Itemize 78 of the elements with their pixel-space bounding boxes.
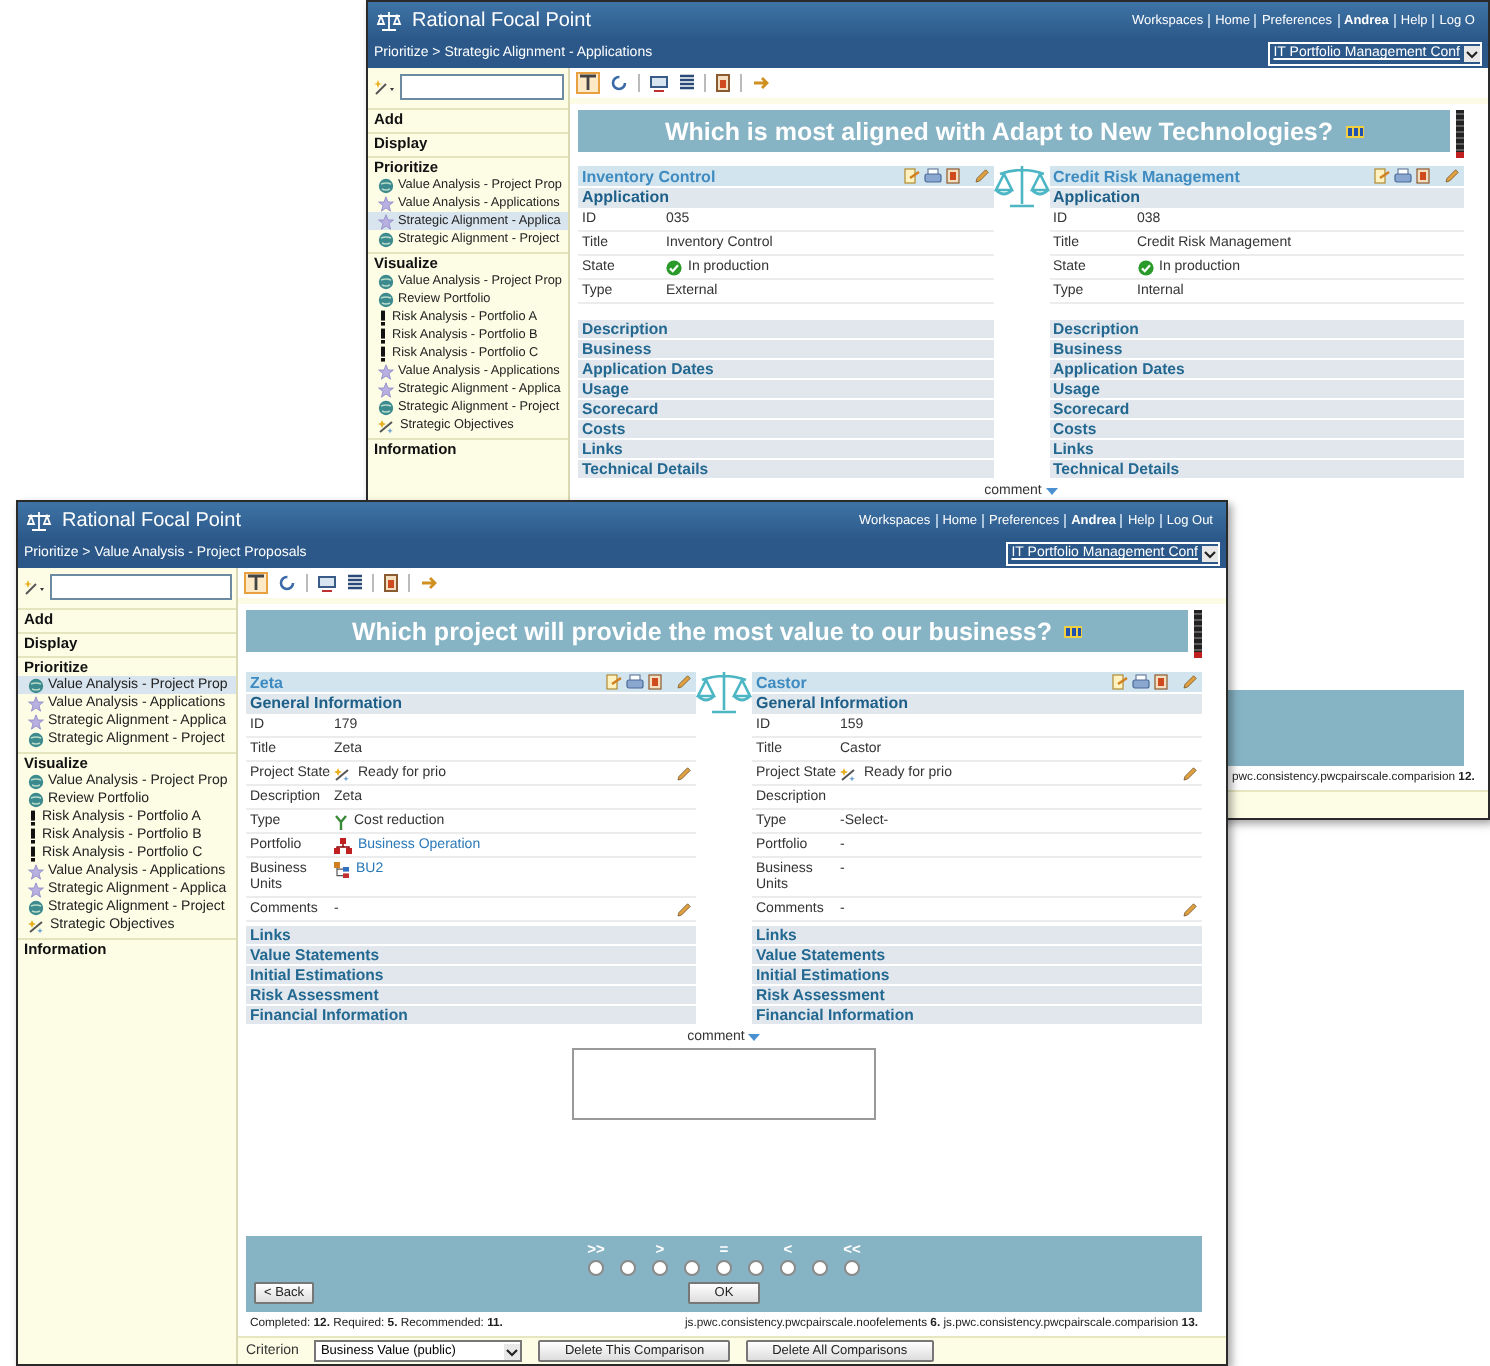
select-tool-button[interactable] bbox=[244, 572, 268, 594]
app-title: Rational Focal Point bbox=[62, 509, 241, 531]
report-icon[interactable] bbox=[945, 168, 959, 184]
wand-icon bbox=[840, 765, 858, 781]
org-chart-icon bbox=[334, 837, 352, 853]
table-view-button[interactable] bbox=[346, 572, 364, 594]
refresh-button[interactable] bbox=[608, 72, 630, 94]
radio-button[interactable] bbox=[748, 1260, 764, 1276]
scale-logo-icon bbox=[26, 509, 52, 531]
globe-icon bbox=[378, 177, 394, 193]
radio-button[interactable] bbox=[620, 1260, 636, 1276]
chart-icon[interactable] bbox=[1064, 625, 1083, 637]
wand-icon bbox=[28, 917, 46, 933]
report-icon[interactable] bbox=[648, 674, 662, 690]
dropdown-caret-icon[interactable] bbox=[1202, 545, 1218, 561]
print-icon[interactable] bbox=[626, 674, 644, 690]
search-field[interactable] bbox=[400, 74, 564, 100]
print-icon[interactable] bbox=[1394, 168, 1412, 184]
wand-icon bbox=[334, 765, 352, 781]
table-view-button[interactable] bbox=[678, 72, 696, 94]
check-icon bbox=[1137, 259, 1153, 275]
globe-icon bbox=[378, 399, 394, 415]
wand-icon bbox=[378, 417, 396, 433]
export-button[interactable] bbox=[750, 72, 772, 94]
print-icon[interactable] bbox=[1132, 674, 1150, 690]
scroll-indicator-icon bbox=[1456, 110, 1464, 158]
plant-icon bbox=[334, 813, 348, 829]
section-heading: General Information bbox=[246, 694, 696, 714]
radio-button[interactable] bbox=[684, 1260, 700, 1276]
edit-document-icon[interactable] bbox=[1374, 168, 1390, 184]
pencil-icon[interactable] bbox=[1182, 901, 1198, 917]
section-heading: Application bbox=[1049, 188, 1464, 208]
report-button[interactable] bbox=[382, 572, 400, 594]
report-icon[interactable] bbox=[1416, 168, 1430, 184]
list-view-button[interactable] bbox=[648, 73, 670, 93]
question-banner: Which project will provide the most value to our business? bbox=[246, 610, 1188, 652]
radio-button[interactable] bbox=[588, 1260, 604, 1276]
edit-document-icon[interactable] bbox=[903, 168, 919, 184]
globe-icon bbox=[28, 731, 44, 747]
edit-document-icon[interactable] bbox=[1112, 674, 1128, 690]
export-button[interactable] bbox=[418, 572, 440, 594]
pencil-icon[interactable] bbox=[1444, 168, 1460, 184]
globe-icon bbox=[28, 899, 44, 915]
caret-icon[interactable] bbox=[1045, 487, 1058, 495]
radio-button[interactable] bbox=[844, 1260, 860, 1276]
balance-scale-icon bbox=[696, 668, 752, 716]
question-banner: Which is most aligned with Adapt to New Technologies? bbox=[578, 110, 1450, 152]
radio-button[interactable] bbox=[716, 1260, 732, 1276]
chart-icon[interactable] bbox=[1345, 125, 1364, 137]
wand-icon[interactable] bbox=[374, 79, 396, 95]
app-title: Rational Focal Point bbox=[412, 9, 591, 31]
comment-field[interactable] bbox=[572, 1048, 876, 1120]
edit-document-icon[interactable] bbox=[606, 674, 622, 690]
globe-icon bbox=[378, 231, 394, 247]
list-view-button[interactable] bbox=[316, 573, 338, 593]
report-icon[interactable] bbox=[1154, 674, 1168, 690]
search-field[interactable] bbox=[50, 574, 232, 600]
dropdown-caret-icon[interactable] bbox=[504, 1343, 521, 1359]
select-tool-button[interactable] bbox=[576, 72, 600, 94]
pencil-icon[interactable] bbox=[676, 901, 692, 917]
dropdown-caret-icon[interactable] bbox=[1464, 45, 1480, 61]
hierarchy-icon bbox=[334, 861, 350, 877]
radio-button[interactable] bbox=[780, 1260, 796, 1276]
radio-button[interactable] bbox=[652, 1260, 668, 1276]
print-icon[interactable] bbox=[923, 168, 941, 184]
globe-icon bbox=[28, 677, 44, 693]
report-button[interactable] bbox=[714, 72, 732, 94]
pencil-icon[interactable] bbox=[973, 168, 989, 184]
wand-icon[interactable] bbox=[24, 579, 46, 595]
balance-scale-icon bbox=[993, 162, 1049, 210]
refresh-button[interactable] bbox=[276, 572, 298, 594]
scroll-indicator-icon bbox=[1194, 610, 1202, 658]
scale-logo-icon bbox=[376, 9, 402, 31]
caret-icon[interactable] bbox=[748, 1033, 761, 1041]
radio-button[interactable] bbox=[812, 1260, 828, 1276]
section-heading: General Information bbox=[752, 694, 1202, 714]
check-icon bbox=[666, 259, 682, 275]
section-heading: Application bbox=[578, 188, 993, 208]
